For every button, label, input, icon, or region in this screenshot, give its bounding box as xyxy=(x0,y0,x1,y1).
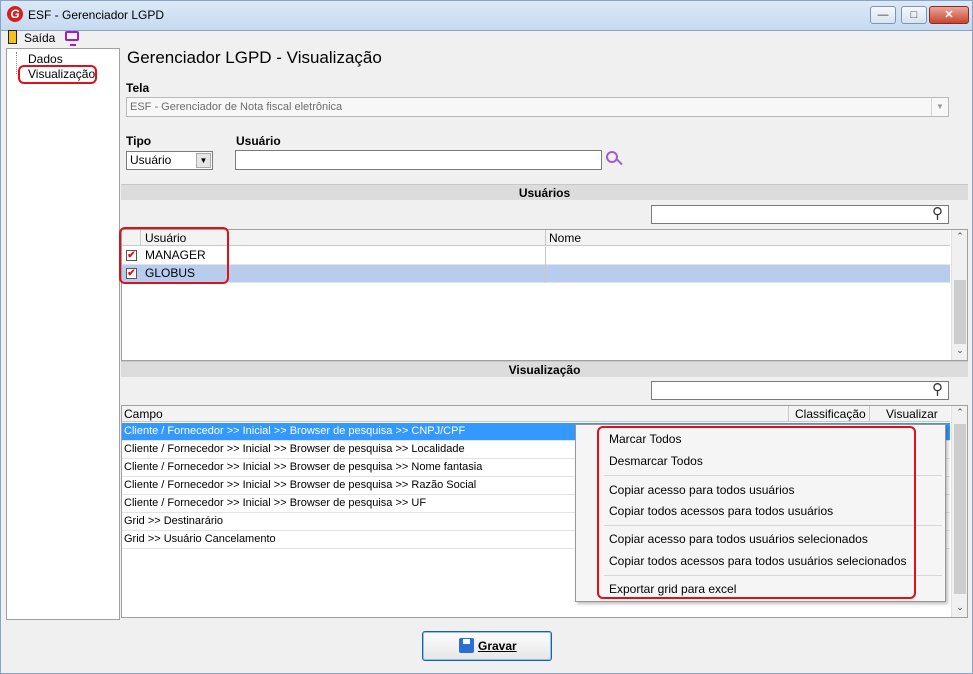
column-separator xyxy=(545,265,546,283)
menu-bar xyxy=(1,31,971,47)
table-row[interactable]: ✔ MANAGER xyxy=(122,247,950,265)
scroll-down-icon[interactable]: ⌄ xyxy=(952,602,968,613)
row-campo: Cliente / Fornecedor >> Inicial >> Brows… xyxy=(124,425,466,437)
scroll-up-icon[interactable]: ⌃ xyxy=(952,407,968,418)
search-icon[interactable] xyxy=(606,151,618,163)
exit-door-icon[interactable] xyxy=(8,30,17,44)
scroll-up-icon[interactable]: ⌃ xyxy=(952,231,968,242)
column-classificacao[interactable]: Classificação xyxy=(795,406,866,422)
menu-saida[interactable]: Saída xyxy=(24,31,55,45)
monitor-stand xyxy=(70,44,76,46)
visualizacao-grid-header: Campo Classificação Visualizar xyxy=(122,406,950,422)
scroll-down-icon[interactable]: ⌄ xyxy=(952,345,968,356)
tree-line xyxy=(16,52,17,74)
row-campo: Cliente / Fornecedor >> Inicial >> Brows… xyxy=(124,443,465,455)
save-icon xyxy=(459,638,474,653)
monitor-icon[interactable] xyxy=(65,31,79,41)
column-separator xyxy=(869,406,870,422)
row-campo: Cliente / Fornecedor >> Inicial >> Brows… xyxy=(124,461,483,473)
usuarios-search-input[interactable] xyxy=(651,205,949,224)
chevron-down-icon[interactable]: ▼ xyxy=(196,153,211,168)
row-campo: Grid >> Usuário Cancelamento xyxy=(124,533,276,545)
tipo-select[interactable]: Usuário ▼ xyxy=(126,151,213,170)
usuario-label: Usuário xyxy=(236,134,281,148)
gravar-label: Gravar xyxy=(478,639,517,653)
tipo-label: Tipo xyxy=(126,134,152,148)
scroll-thumb[interactable] xyxy=(954,280,966,344)
usuarios-grid-header: Usuário Nome xyxy=(122,230,950,246)
search-icon[interactable]: ⚲ xyxy=(932,204,943,222)
close-button[interactable]: ✕ xyxy=(929,6,969,24)
gravar-button[interactable]: Gravar xyxy=(422,631,552,661)
usuarios-checked-highlight xyxy=(119,227,229,284)
tree-item-visualizacao[interactable]: Visualização xyxy=(28,67,95,81)
visualizacao-scrollbar[interactable]: ⌃ ⌄ xyxy=(951,406,967,617)
column-separator xyxy=(545,230,546,246)
context-menu-highlight xyxy=(597,426,916,599)
visualizacao-section-header: Visualização xyxy=(121,361,968,377)
chevron-down-icon: ▼ xyxy=(931,98,948,116)
row-campo: Cliente / Fornecedor >> Inicial >> Brows… xyxy=(124,497,427,509)
column-separator xyxy=(788,406,789,422)
search-icon[interactable]: ⚲ xyxy=(932,380,943,398)
column-visualizar[interactable]: Visualizar xyxy=(886,406,938,422)
usuario-input[interactable] xyxy=(235,150,602,170)
minimize-button[interactable]: — xyxy=(870,6,896,24)
table-row[interactable]: ✔ GLOBUS xyxy=(122,265,950,283)
column-separator xyxy=(545,247,546,265)
navigation-tree xyxy=(6,48,120,620)
page-title: Gerenciador LGPD - Visualização xyxy=(127,48,382,67)
app-logo-icon: G xyxy=(7,6,23,22)
column-nome[interactable]: Nome xyxy=(549,230,581,246)
usuarios-section-header: Usuários xyxy=(121,184,968,200)
scroll-thumb[interactable] xyxy=(954,424,966,594)
tipo-value: Usuário xyxy=(130,153,172,167)
tela-value: ESF - Gerenciador de Nota fiscal eletrôn… xyxy=(130,101,343,113)
row-campo: Grid >> Destinarário xyxy=(124,515,224,527)
tela-label: Tela xyxy=(126,81,150,95)
tela-combo: ESF - Gerenciador de Nota fiscal eletrôn… xyxy=(126,97,949,117)
tree-item-dados[interactable]: Dados xyxy=(28,52,63,66)
usuarios-grid: Usuário Nome ✔ MANAGER ✔ GLOBUS ⌃ ⌄ xyxy=(121,229,968,361)
column-campo[interactable]: Campo xyxy=(124,406,163,422)
usuarios-scrollbar[interactable]: ⌃ ⌄ xyxy=(951,230,967,360)
window-title: ESF - Gerenciador LGPD xyxy=(28,8,165,22)
visualizacao-search-input[interactable] xyxy=(651,381,949,400)
maximize-button[interactable]: □ xyxy=(901,6,927,24)
row-campo: Cliente / Fornecedor >> Inicial >> Brows… xyxy=(124,479,477,491)
